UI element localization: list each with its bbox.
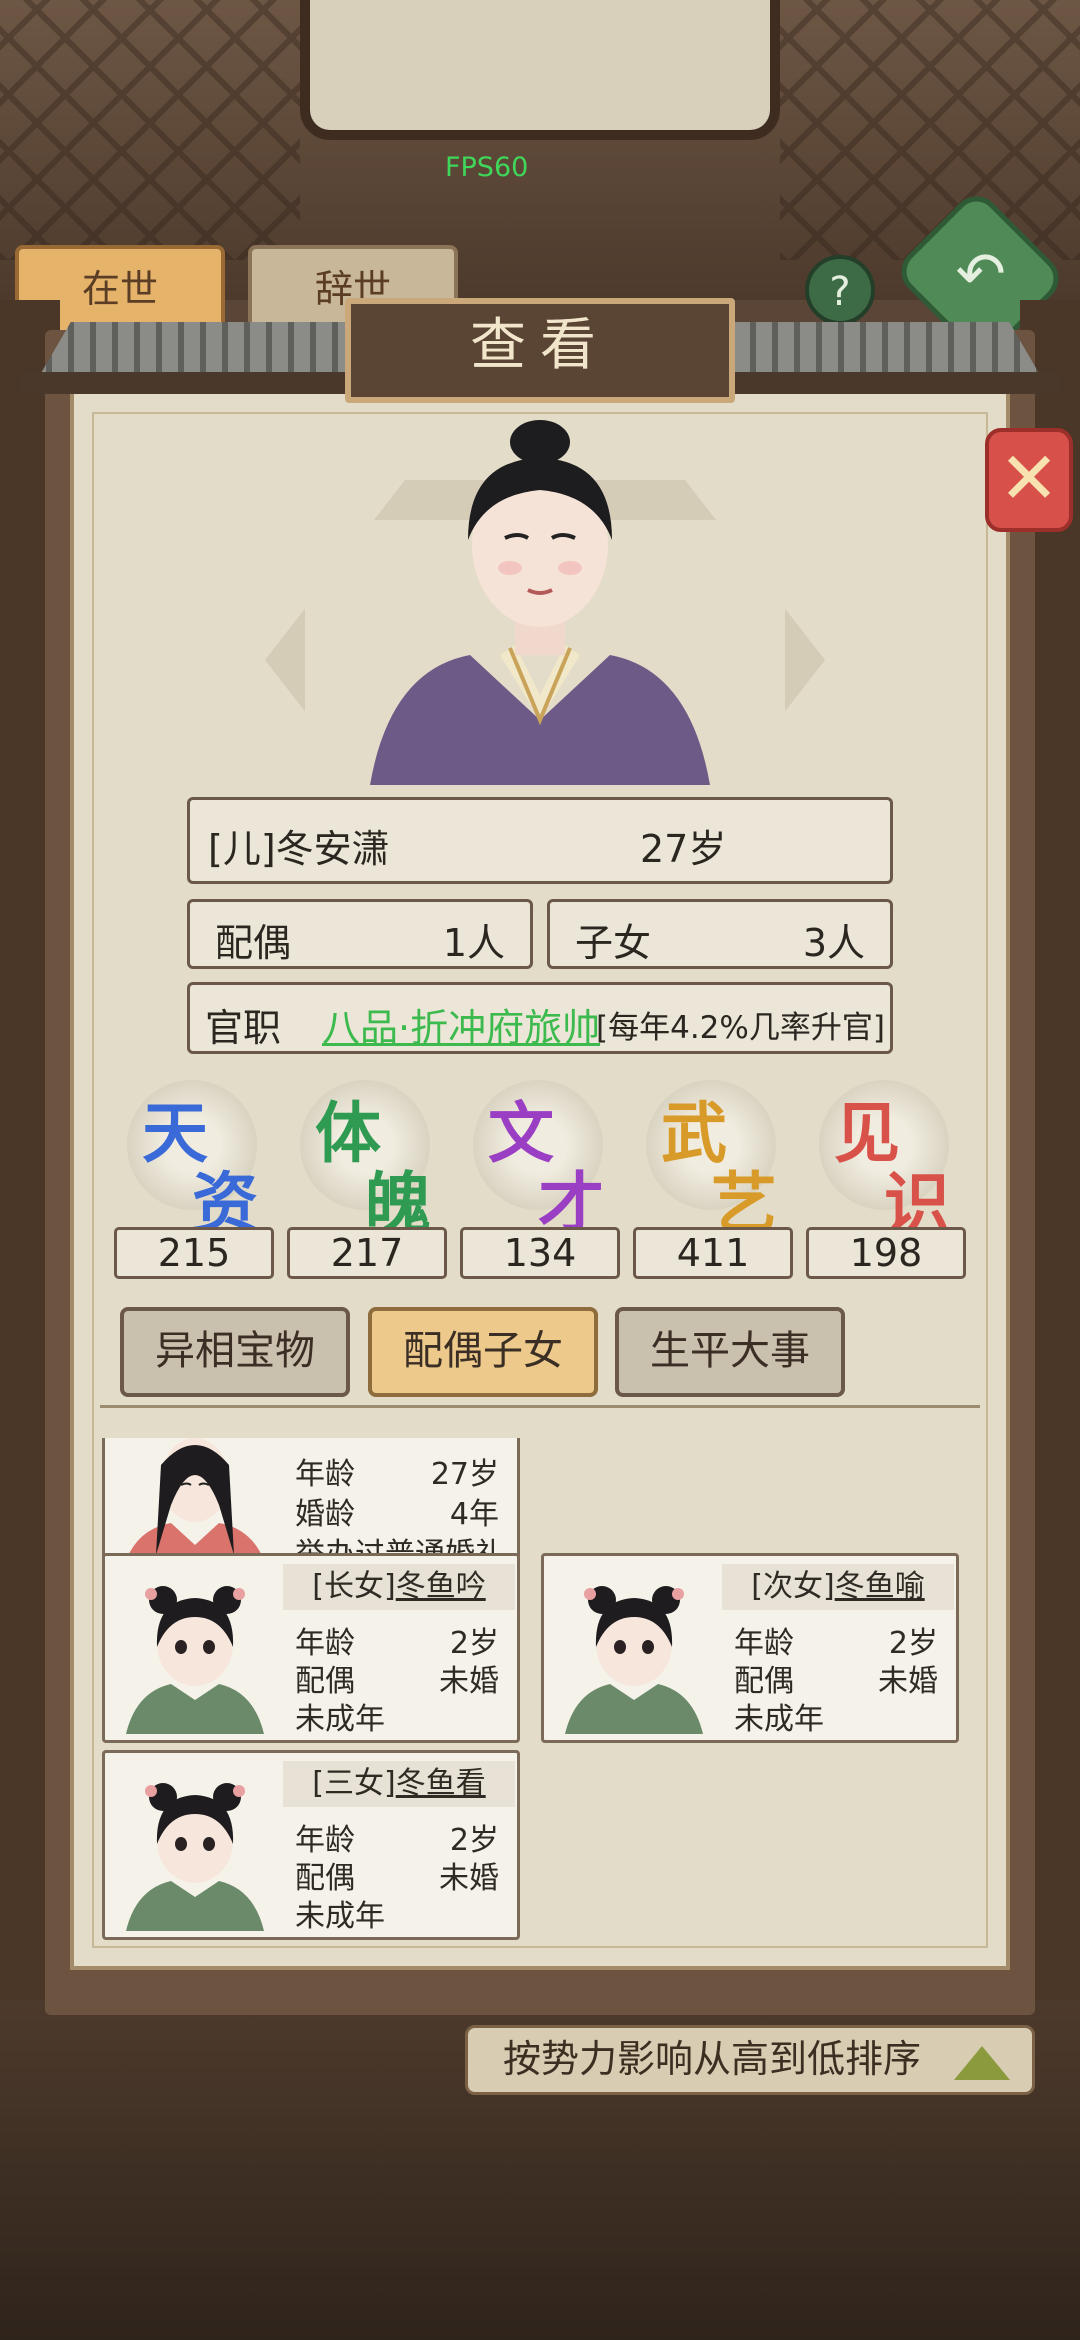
child-name-link[interactable]: 冬鱼喻 <box>835 1569 925 1604</box>
children-label: 子女 <box>575 921 652 965</box>
fps-counter: FPS60 <box>445 152 529 183</box>
children-count-box: 子女 3人 <box>547 899 893 969</box>
modal-title: 查看 <box>470 313 610 378</box>
marriage-years-value: 4年 <box>449 1497 499 1532</box>
name-age-box: [儿]冬安潇 27岁 <box>187 797 893 884</box>
child-name-link[interactable]: 冬鱼看 <box>396 1766 486 1801</box>
character-portrait <box>370 420 710 785</box>
tab-treasures[interactable]: 异相宝物 <box>120 1307 350 1397</box>
family-list[interactable]: 年龄 27岁 婚龄 4年 举办过普通婚礼 [长女]冬鱼吟 年龄 2岁 配偶 未婚… <box>100 1438 980 1948</box>
status-text: 未成年 <box>295 1702 385 1737</box>
attribute-talent-value: 215 <box>114 1227 274 1279</box>
attribute-physique-value: 217 <box>287 1227 447 1279</box>
child-card[interactable]: [三女]冬鱼看 年龄 2岁 配偶 未婚 未成年 <box>102 1750 520 1940</box>
sort-label: 按势力影响从高到低排序 <box>503 2037 922 2081</box>
child-portrait <box>126 1586 264 1734</box>
child-card[interactable]: [次女]冬鱼喻 年龄 2岁 配偶 未婚 未成年 <box>541 1553 959 1743</box>
lattice-window-left <box>0 0 300 260</box>
person-age: 27岁 <box>640 827 727 871</box>
attribute-martial: 武 艺 <box>636 1080 791 1242</box>
status-text: 未成年 <box>734 1702 824 1737</box>
child-prefix: [次女] <box>751 1569 835 1604</box>
help-icon[interactable]: ? <box>805 255 875 325</box>
spouse-age-value: 27岁 <box>430 1457 499 1492</box>
spouse-value: 未婚 <box>439 1861 499 1896</box>
promotion-chance: [每年4.2%几率升官] <box>596 1010 885 1046</box>
tab-life-events[interactable]: 生平大事 <box>615 1307 845 1397</box>
close-icon[interactable]: ✕ <box>985 428 1073 532</box>
sort-triangle-icon <box>954 2046 1010 2080</box>
spouse-value: 1人 <box>442 921 505 965</box>
lattice-window-right <box>780 0 1080 260</box>
status-text: 未成年 <box>295 1899 385 1934</box>
office-rank-link[interactable]: 八品·折冲府旅帅 <box>322 997 600 1052</box>
child-portrait <box>565 1586 703 1734</box>
children-value: 3人 <box>802 921 865 965</box>
child-name-link[interactable]: 冬鱼吟 <box>396 1569 486 1604</box>
child-card[interactable]: [长女]冬鱼吟 年龄 2岁 配偶 未婚 未成年 <box>102 1553 520 1743</box>
child-portrait <box>126 1783 264 1931</box>
attribute-literary: 文 才 <box>463 1080 618 1242</box>
attribute-knowledge-value: 198 <box>806 1227 966 1279</box>
child-prefix: [长女] <box>312 1569 396 1604</box>
child-title: [长女]冬鱼吟 <box>283 1564 515 1610</box>
spouse-label: 配偶 <box>215 921 292 965</box>
spouse-value: 未婚 <box>878 1664 938 1699</box>
child-title: [次女]冬鱼喻 <box>722 1564 954 1610</box>
tab-spouse-children[interactable]: 配偶子女 <box>368 1307 598 1397</box>
section-divider <box>100 1405 980 1428</box>
spouse-value: 未婚 <box>439 1664 499 1699</box>
attribute-knowledge: 见 识 <box>809 1080 964 1242</box>
child-prefix: [三女] <box>312 1766 396 1801</box>
person-name: [儿]冬安潇 <box>208 827 390 871</box>
office-label: 官职 <box>205 1006 282 1050</box>
marriage-years-label: 婚龄 <box>295 1497 355 1532</box>
wall-painting <box>300 0 780 140</box>
spouse-count-box: 配偶 1人 <box>187 899 533 969</box>
office-box: 官职 八品·折冲府旅帅 [每年4.2%几率升官] <box>187 982 893 1054</box>
attribute-talent: 天 资 <box>117 1080 272 1242</box>
attribute-physique: 体 魄 <box>290 1080 445 1242</box>
spouse-age-label: 年龄 <box>295 1457 355 1492</box>
child-title: [三女]冬鱼看 <box>283 1761 515 1807</box>
sort-button[interactable]: 按势力影响从高到低排序 <box>465 2025 1035 2095</box>
attribute-literary-value: 134 <box>460 1227 620 1279</box>
attribute-martial-value: 411 <box>633 1227 793 1279</box>
